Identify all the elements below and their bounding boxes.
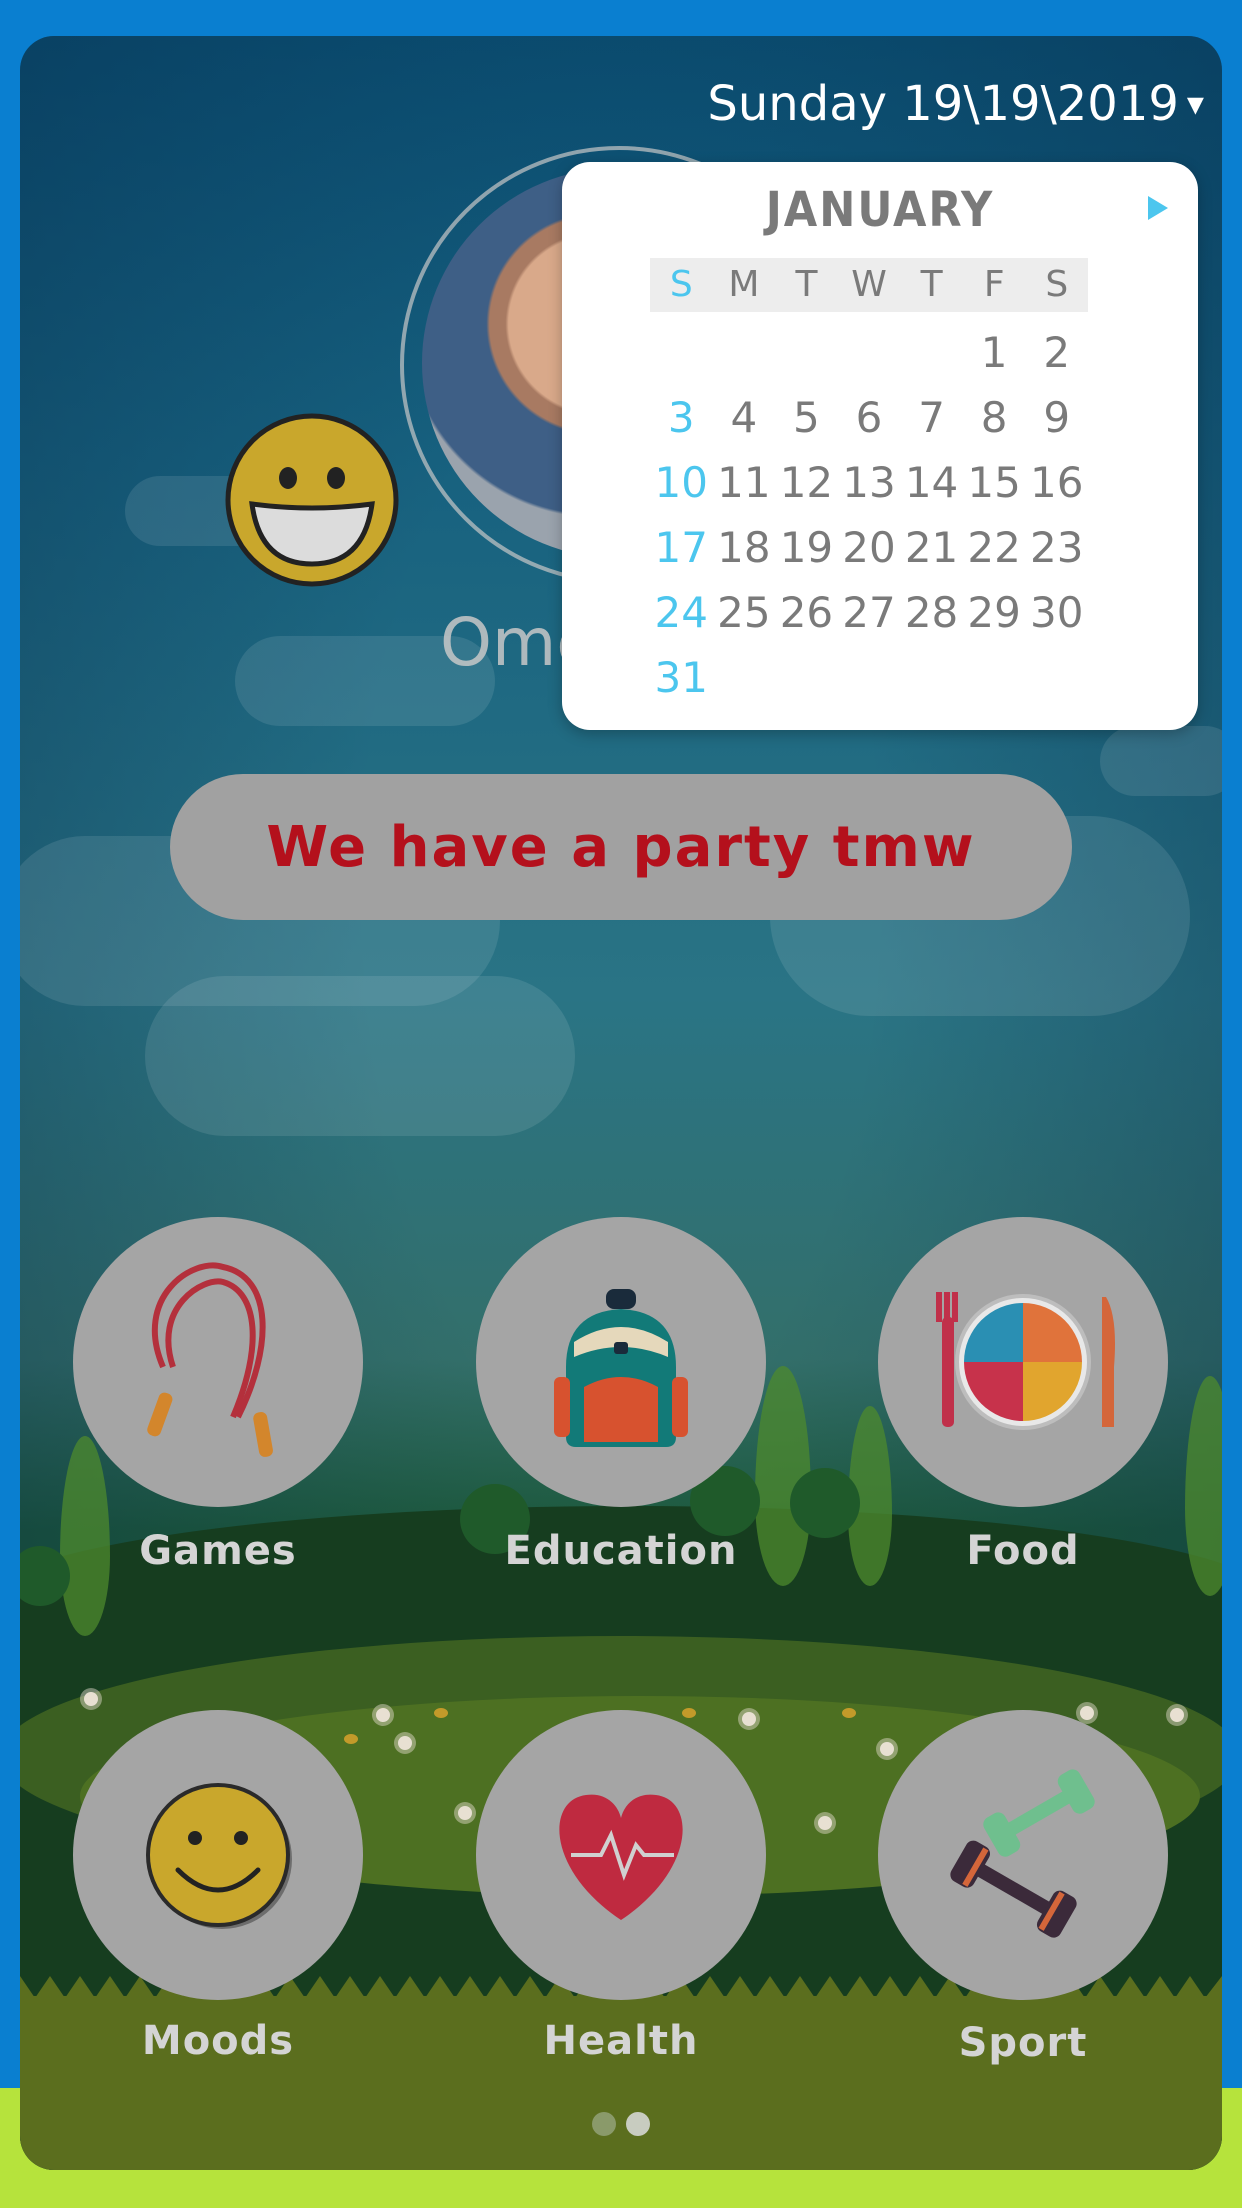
food-label: Food [966,1528,1080,1574]
flower [434,1708,448,1718]
calendar-day[interactable]: 1 [963,320,1026,385]
moods-label: Moods [141,2018,295,2064]
calendar-day[interactable]: 6 [838,385,901,450]
weekday: W [851,264,887,305]
calendar-day[interactable]: 29 [963,580,1026,645]
calendar-day[interactable]: 27 [838,580,901,645]
moods-button[interactable] [73,1710,363,2000]
flower [376,1708,390,1722]
weekday: S [1045,264,1069,305]
dumbbells-icon [950,1769,1095,1938]
food-button[interactable] [878,1217,1168,1507]
calendar-popup[interactable]: JANUARY S M T W T F S 1 2 3 4 5 6 7 8 9 10 11 12 13 1… [562,162,1198,730]
flower [1170,1708,1184,1722]
calendar-empty-cell [775,320,838,385]
health-button[interactable] [476,1710,766,2000]
plate-fork-knife-icon [936,1292,1115,1430]
games-label: Games [139,1528,297,1574]
calendar-empty-cell [838,320,901,385]
calendar-day[interactable]: 11 [713,450,776,515]
calendar-day[interactable]: 5 [775,385,838,450]
calendar-day[interactable]: 3 [650,385,713,450]
calendar-day[interactable]: 23 [1025,515,1088,580]
calendar-day[interactable]: 13 [838,450,901,515]
education-label: Education [504,1528,738,1574]
calendar-empty-cell [963,645,1026,710]
calendar-empty-cell [1025,645,1088,710]
calendar-day[interactable]: 9 [1025,385,1088,450]
weekday-header: S M T W T F S [650,258,1088,312]
calendar-day[interactable]: 15 [963,450,1026,515]
calendar-day[interactable]: 12 [775,450,838,515]
calendar-days-grid: 1 2 3 4 5 6 7 8 9 10 11 12 13 14 15 16 17 18 19 20 21 22 23 24 2… [650,320,1088,710]
calendar-day[interactable]: 7 [900,385,963,450]
backpack-icon [554,1289,688,1447]
calendar-day[interactable]: 30 [1025,580,1088,645]
flower [458,1806,472,1820]
calendar-day[interactable]: 19 [775,515,838,580]
education-button[interactable] [476,1217,766,1507]
calendar-day[interactable]: 14 [900,450,963,515]
sport-label: Sport [958,2020,1088,2066]
page-dot-active[interactable] [626,2112,650,2136]
calendar-empty-cell [650,320,713,385]
smiley-face-icon [146,1783,292,1929]
grinning-smiley-icon[interactable] [224,412,400,588]
calendar-day[interactable]: 2 [1025,320,1088,385]
page-dot[interactable] [592,2112,616,2136]
health-label: Health [543,2018,699,2064]
flower [818,1816,832,1830]
flower [84,1692,98,1706]
cloud [145,976,575,1136]
flower [842,1708,856,1718]
date-selector[interactable]: Sunday 19\19\2019 ▾ [707,76,1204,132]
calendar-day[interactable]: 26 [775,580,838,645]
date-text: Sunday 19\19\2019 [707,76,1179,132]
calendar-day[interactable]: 24 [650,580,713,645]
calendar-empty-cell [900,320,963,385]
calendar-day[interactable]: 10 [650,450,713,515]
weekday: F [983,264,1005,305]
calendar-month: JANUARY [765,182,995,238]
calendar-day[interactable]: 16 [1025,450,1088,515]
weekday: T [795,264,818,305]
calendar-day[interactable]: 20 [838,515,901,580]
bush [790,1468,860,1538]
calendar-empty-cell [838,645,901,710]
calendar-day[interactable]: 25 [713,580,776,645]
chevron-down-icon: ▾ [1186,84,1204,124]
calendar-day[interactable]: 8 [963,385,1026,450]
weekday: M [728,264,760,305]
calendar-day[interactable]: 18 [713,515,776,580]
games-button[interactable] [73,1217,363,1507]
calendar-day[interactable]: 22 [963,515,1026,580]
calendar-day[interactable]: 31 [650,645,713,710]
weekday: S [669,264,693,305]
calendar-day[interactable]: 4 [713,385,776,450]
calendar-day[interactable]: 21 [900,515,963,580]
jump-rope-icon [147,1262,273,1457]
calendar-empty-cell [775,645,838,710]
next-month-arrow-icon[interactable] [1148,196,1168,220]
cloud [1100,726,1222,796]
calendar-day[interactable]: 28 [900,580,963,645]
message-banner[interactable]: We have a party tmw [170,774,1072,920]
calendar-day[interactable]: 17 [650,515,713,580]
page-indicator[interactable] [592,2112,650,2136]
weekday: T [920,264,943,305]
heart-pulse-icon [559,1794,683,1920]
flower [398,1736,412,1750]
calendar-empty-cell [713,320,776,385]
sport-button[interactable] [878,1710,1168,2000]
calendar-empty-cell [713,645,776,710]
calendar-empty-cell [900,645,963,710]
